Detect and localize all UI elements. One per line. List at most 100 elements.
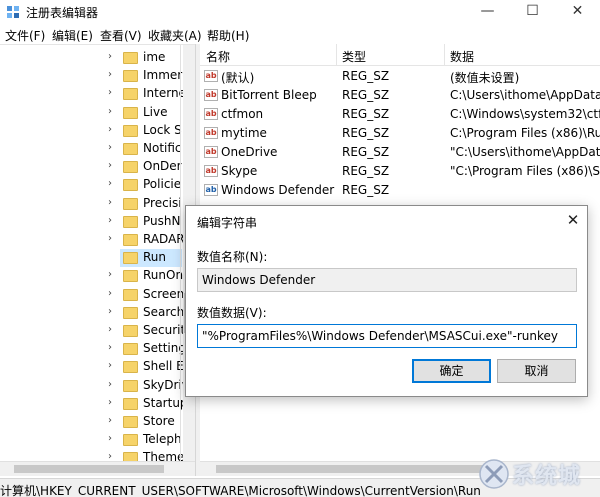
value-row[interactable]: abSkype REG_SZ "C:\Program Files (x86)\Sky… xyxy=(200,162,600,181)
tree-item[interactable]: › Immer xyxy=(0,67,182,85)
chevron-right-icon[interactable]: › xyxy=(108,87,118,98)
tree-item[interactable]: › OnDer xyxy=(0,158,182,176)
chevron-right-icon[interactable]: › xyxy=(108,106,118,117)
value-data-cell: "C:\Users\ithome\AppData\I xyxy=(450,145,600,159)
string-value-icon: ab xyxy=(204,165,218,177)
tree-item[interactable]: › Policie xyxy=(0,176,182,194)
menu-file[interactable]: 文件(F) xyxy=(5,27,45,44)
chevron-right-icon[interactable]: › xyxy=(108,415,118,426)
chevron-right-icon[interactable]: › xyxy=(108,433,118,444)
value-name-cell: BitTorrent Bleep xyxy=(221,88,317,102)
chevron-right-icon[interactable]: › xyxy=(108,51,118,62)
value-name-field[interactable] xyxy=(197,268,577,292)
folder-icon xyxy=(123,361,138,374)
chevron-right-icon[interactable]: › xyxy=(108,69,118,80)
tree-hscroll-thumb[interactable] xyxy=(14,465,164,473)
watermark-text: 系统城 xyxy=(512,464,582,489)
chevron-right-icon[interactable]: › xyxy=(108,397,118,408)
tree-item[interactable]: › Search xyxy=(0,304,184,322)
value-data-field[interactable] xyxy=(197,324,577,348)
string-value-icon: ab xyxy=(204,127,218,139)
chevron-right-icon[interactable]: › xyxy=(108,360,118,371)
list-hscroll-thumb[interactable] xyxy=(216,465,496,473)
tree-item[interactable]: › Teleph xyxy=(0,431,182,449)
maximize-button[interactable]: ☐ xyxy=(510,0,555,24)
chevron-right-icon[interactable]: › xyxy=(108,197,118,208)
value-row[interactable]: ab OneDrive REG_SZ "C:\Users\ithome\AppData… xyxy=(200,143,600,162)
value-type-cell: REG_SZ xyxy=(342,164,390,178)
value-name-cell: Skype xyxy=(221,164,258,178)
column-data-header[interactable]: 数据 xyxy=(450,48,474,65)
column-name-header[interactable]: 名称 xyxy=(206,48,230,65)
tree-item-label: Notific xyxy=(143,141,182,155)
folder-icon xyxy=(123,234,138,246)
tree-item[interactable]: › Securit xyxy=(0,322,185,340)
folder-icon xyxy=(123,434,138,447)
value-row[interactable]: ab BitTorrent Bleep REG_SZ C:\Users\ithome\… xyxy=(200,86,600,105)
value-data-label: 数值数据(V): xyxy=(197,306,267,320)
tree-item[interactable]: › ime xyxy=(0,49,180,67)
menu-help[interactable]: 帮助(H) xyxy=(207,27,249,44)
column-type-header[interactable]: 类型 xyxy=(342,48,366,65)
tree-item[interactable]: › PushN xyxy=(0,213,180,231)
tree-item[interactable]: › RADAR xyxy=(0,231,185,249)
tree-item[interactable]: › Live xyxy=(0,104,180,122)
tree-item[interactable]: › Lock S xyxy=(0,122,182,140)
tree-item-label: Securit xyxy=(143,323,186,337)
folder-icon xyxy=(123,88,138,101)
value-row[interactable]: abctfmon REG_SZ C:\Windows\system32\ctfmc xyxy=(200,105,600,124)
string-value-icon: ab xyxy=(204,146,218,158)
chevron-right-icon[interactable]: › xyxy=(108,324,118,335)
chevron-right-icon[interactable]: › xyxy=(108,160,118,171)
window-title: 注册表编辑器 xyxy=(26,6,99,20)
list-header: 名称 类型 数据 xyxy=(200,44,600,66)
value-type-cell: REG_SZ xyxy=(342,183,390,197)
tree-item-label: Lock S xyxy=(143,122,182,137)
tree-item[interactable]: › SkyDriv xyxy=(0,377,189,395)
dialog-close-button[interactable]: ✕ xyxy=(562,210,584,232)
regedit-icon xyxy=(7,6,19,18)
menu-favorites[interactable]: 收藏夹(A) xyxy=(148,27,202,44)
key-tree[interactable]: › ime › Immer › Interne › Live › Lock S › Notific › O… xyxy=(0,44,195,476)
folder-icon xyxy=(123,416,138,428)
tree-item[interactable]: › Precisi xyxy=(0,195,182,213)
value-data-cell: "C:\Program Files (x86)\Skyp xyxy=(450,164,600,178)
tree-item-label: Teleph xyxy=(143,432,182,447)
chevron-right-icon[interactable]: › xyxy=(108,269,118,280)
value-row[interactable]: ab (默认) REG_SZ (数值未设置) xyxy=(200,67,600,86)
tree-item[interactable]: › Shell E xyxy=(0,358,184,376)
tree-item[interactable]: › RunOn xyxy=(0,267,183,285)
tree-item[interactable]: › Interne xyxy=(0,85,186,103)
chevron-right-icon[interactable]: › xyxy=(108,288,118,299)
minimize-button[interactable]: — xyxy=(465,0,510,24)
tree-item[interactable]: › Startup xyxy=(0,395,188,413)
chevron-right-icon[interactable]: › xyxy=(108,124,118,135)
chevron-right-icon[interactable]: › xyxy=(108,379,118,390)
chevron-right-icon[interactable]: › xyxy=(108,233,118,244)
folder-icon xyxy=(123,143,138,155)
tree-item[interactable]: › Setting xyxy=(0,340,186,358)
chevron-right-icon[interactable]: › xyxy=(108,142,118,153)
value-row[interactable]: abmytime REG_SZ C:\Program Files (x86)\Rua… xyxy=(200,124,600,143)
menu-edit[interactable]: 编辑(E) xyxy=(52,27,93,44)
tree-item[interactable]: Run xyxy=(120,249,182,268)
column-divider xyxy=(336,44,337,66)
chevron-right-icon[interactable]: › xyxy=(108,342,118,353)
menu-view[interactable]: 查看(V) xyxy=(100,27,142,44)
tree-item-label: RADAR xyxy=(143,232,185,246)
chevron-right-icon[interactable]: › xyxy=(108,215,118,226)
tree-item[interactable]: › Store xyxy=(0,413,180,431)
ok-button[interactable]: 确定 xyxy=(412,359,491,383)
close-button[interactable]: ✕ xyxy=(555,0,600,24)
tree-item-label: Policie xyxy=(143,177,182,192)
cancel-button[interactable]: 取消 xyxy=(497,359,576,383)
chevron-right-icon[interactable]: › xyxy=(108,306,118,317)
chevron-right-icon[interactable]: › xyxy=(108,178,118,189)
tree-item[interactable]: › Screen xyxy=(0,286,184,304)
folder-icon xyxy=(123,197,138,210)
folder-icon xyxy=(123,343,138,356)
tree-item[interactable]: › Notific xyxy=(0,140,182,158)
value-row[interactable]: ab Windows Defender REG_SZ xyxy=(200,181,600,200)
value-name-cell: Windows Defender xyxy=(221,183,335,197)
tree-item-label: Store xyxy=(143,414,175,428)
